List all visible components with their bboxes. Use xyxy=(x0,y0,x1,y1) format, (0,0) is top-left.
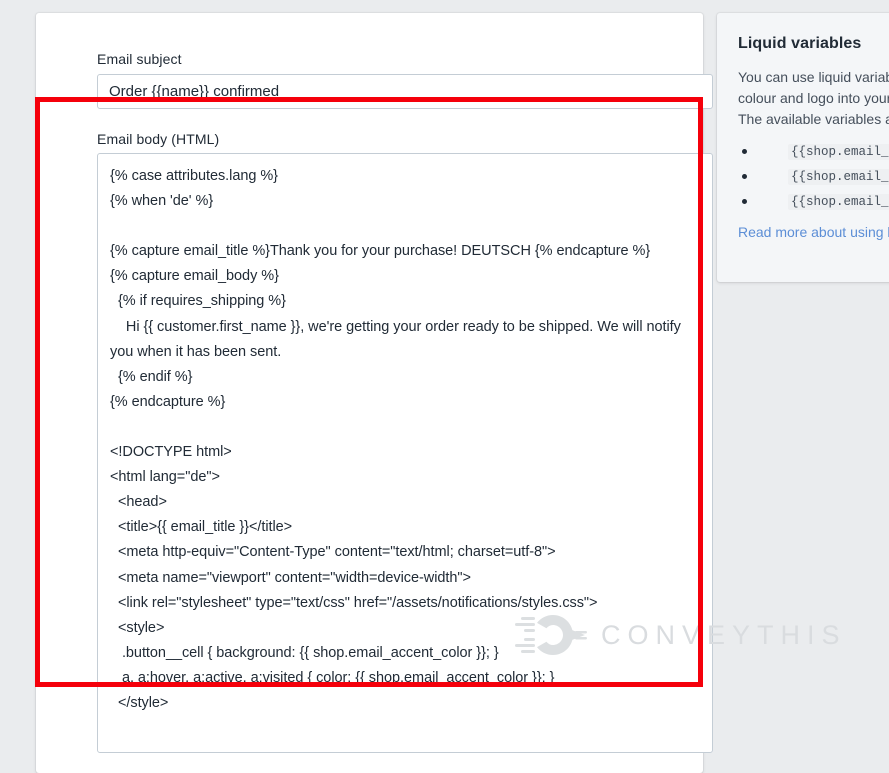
email-subject-input[interactable] xyxy=(97,74,713,109)
email-body-code[interactable]: {% case attributes.lang %} {% when 'de' … xyxy=(98,154,712,752)
list-item: {{shop.email_accent_color}} xyxy=(738,192,889,210)
liquid-variables-description: You can use liquid variables to insert y… xyxy=(738,69,889,127)
liquid-variable-code: {{shop.email_logo_url}} xyxy=(788,144,889,160)
email-body-field[interactable]: {% case attributes.lang %} {% when 'de' … xyxy=(97,153,713,753)
liquid-variables-panel: Liquid variables You can use liquid vari… xyxy=(717,13,889,282)
liquid-docs-link[interactable]: Read more about using liquid in email te… xyxy=(738,222,889,243)
liquid-variable-code: {{shop.email_accent_color}} xyxy=(788,194,889,210)
liquid-variables-title: Liquid variables xyxy=(738,35,862,52)
list-item: {{shop.email_logo_url}} xyxy=(738,142,889,160)
list-item: {{shop.email_logo_width}} xyxy=(738,167,889,185)
email-subject-label: Email subject xyxy=(97,51,182,67)
email-template-card: Email subject Email body (HTML) {% case … xyxy=(36,13,713,773)
liquid-variable-code: {{shop.email_logo_width}} xyxy=(788,169,889,185)
liquid-variables-list: {{shop.email_logo_url}} {{shop.email_log… xyxy=(738,142,889,210)
email-body-label: Email body (HTML) xyxy=(97,131,220,147)
